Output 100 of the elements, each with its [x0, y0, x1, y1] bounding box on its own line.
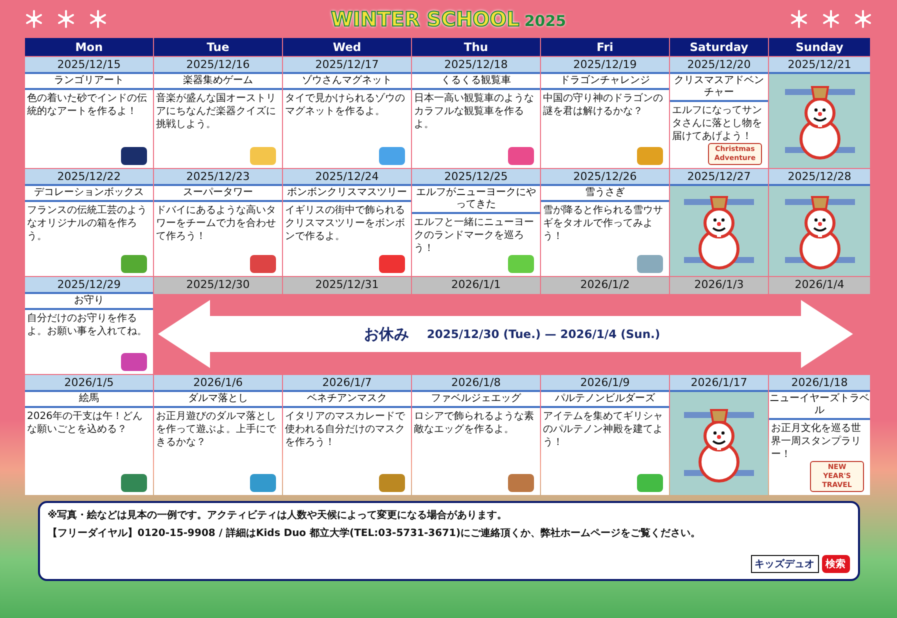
craft-picture — [508, 147, 534, 165]
date-label: 2025/12/16 — [154, 57, 282, 74]
activity-title: ニューイヤーズトラベル — [769, 392, 870, 420]
activity-title: ボンボンクリスマスツリー — [283, 186, 411, 202]
date-label: 2025/12/17 — [283, 57, 411, 74]
weekday-header: Mon — [25, 38, 153, 56]
event-year: 2025 — [524, 12, 566, 30]
weekday-header: Fri — [541, 38, 669, 56]
weekday-header: Thu — [412, 38, 540, 56]
activity-description: ロシアで飾られるような素敵なエッグを作るよ。 — [413, 410, 535, 436]
holiday-period: 2025/12/30 (Tue.) — 2026/1/4 (Sun.) — [426, 327, 660, 341]
activity-title: くるくる観覧車 — [412, 74, 540, 90]
activity-description: 中国の守り神のドラゴンの謎を君は解けるかな？ — [542, 92, 664, 118]
date-label: 2026/1/3 — [670, 277, 768, 294]
search-keyword-field[interactable]: キッズデュオ — [750, 555, 818, 573]
activity-title: ダルマ落とし — [154, 392, 282, 408]
activity-title: エルフがニューヨークにやってきた — [412, 186, 540, 214]
craft-picture — [637, 147, 663, 165]
activity-title: 楽器集めゲーム — [154, 74, 282, 90]
date-label: 2025/12/21 — [769, 57, 870, 74]
activity-title: ファベルジェエッグ — [412, 392, 540, 408]
date-label: 2025/12/18 — [412, 57, 540, 74]
snowflake-icon — [89, 10, 107, 28]
date-label: 2025/12/22 — [25, 169, 153, 186]
craft-picture — [121, 255, 147, 273]
date-label: 2025/12/28 — [769, 169, 870, 186]
snowflake-icon — [790, 10, 808, 28]
date-label: 2025/12/20 — [670, 57, 768, 74]
weekday-header: Tue — [154, 38, 282, 56]
date-label: 2025/12/26 — [541, 169, 669, 186]
activity-description: 日本一高い観覧車のようなカラフルな観覧車を作るよ。 — [413, 92, 535, 131]
craft-picture — [121, 147, 147, 165]
activity-description: エルフと一緒にニューヨークのランドマークを巡ろう！ — [413, 216, 535, 255]
craft-picture — [379, 474, 405, 492]
holiday-label: お休み — [364, 324, 409, 344]
craft-picture — [250, 474, 276, 492]
snowflake-icon — [25, 10, 43, 28]
activity-description: フランスの伝統工芸のようなオリジナルの箱を作ろう。 — [26, 204, 148, 243]
activity-description: ドバイにあるような高いタワーをチームで力を合わせて作ろう！ — [155, 204, 277, 243]
activity-description: エルフになってサンタさんに落とし物を届けてあげよう！ — [671, 104, 763, 143]
activity-title: デコレーションボックス — [25, 186, 153, 202]
snowflake-icon — [57, 10, 75, 28]
activity-title: ベネチアンマスク — [283, 392, 411, 408]
activity-title: パルテノンビルダーズ — [541, 392, 669, 408]
craft-picture — [508, 474, 534, 492]
craft-picture — [637, 474, 663, 492]
activity-description: アイテムを集めてギリシャのパルテノン神殿を建てよう！ — [542, 410, 664, 449]
activity-description: イタリアのマスカレードで使われる自分だけのマスクを作ろう！ — [284, 410, 406, 449]
craft-picture — [250, 255, 276, 273]
craft-picture — [508, 255, 534, 273]
date-label: 2025/12/19 — [541, 57, 669, 74]
date-label: 2026/1/6 — [154, 375, 282, 392]
craft-picture — [637, 255, 663, 273]
activity-description: 2026年の干支は午！どんな願いごとを込める？ — [26, 410, 144, 436]
snowflake-icon — [854, 10, 872, 28]
date-label: 2025/12/27 — [670, 169, 768, 186]
date-label: 2025/12/31 — [283, 277, 411, 294]
craft-picture — [379, 255, 405, 273]
activity-description: 自分だけのお守りを作るよ。お願い事を入れてね。 — [26, 312, 148, 338]
activity-title: 雪うさぎ — [541, 186, 669, 202]
footer-note: 【フリーダイヤル】0120-15-9908 / 詳細はKids Duo 都立大学(TEL:03-5731-3671)にご連絡頂くか、弊社ホームページをご覧ください。 — [48, 527, 702, 541]
footer-note: ※写真・絵などは見本の一例です。アクティビティは人数や天候によって変更になる場合があります。 — [48, 509, 508, 523]
activity-description: 雪が降ると作られる雪ウサギをタオルで作ってみよう！ — [542, 204, 664, 243]
snowflake-icon — [822, 10, 840, 28]
activity-title: お守り — [25, 294, 153, 310]
activity-description: お正月遊びのダルマ落としを作って遊ぶよ。上手にできるかな？ — [155, 410, 277, 449]
date-label: 2026/1/18 — [769, 375, 870, 392]
date-label: 2026/1/1 — [412, 277, 540, 294]
activity-description: 音楽が盛んな国オーストリアにちなんだ楽器クイズに挑戦しよう。 — [155, 92, 277, 131]
activity-description: タイで見かけられるゾウのマグネットを作るよ。 — [284, 92, 406, 118]
date-label: 2025/12/24 — [283, 169, 411, 186]
activity-description: お正月文化を巡る世界一周スタンプラリー！ — [770, 422, 862, 461]
weekday-header: Saturday — [670, 38, 768, 56]
date-label: 2026/1/7 — [283, 375, 411, 392]
activity-title: 絵馬 — [25, 392, 153, 408]
activity-title: ドラゴンチャレンジ — [541, 74, 669, 90]
craft-picture — [121, 474, 147, 492]
date-label: 2026/1/4 — [769, 277, 870, 294]
date-label: 2026/1/5 — [25, 375, 153, 392]
activity-description: イギリスの街中で飾られるクリスマスツリーをボンボンで作るよ。 — [284, 204, 406, 243]
date-label: 2025/12/30 — [154, 277, 282, 294]
activity-title: ゾウさんマグネット — [283, 74, 411, 90]
date-label: 2026/1/8 — [412, 375, 540, 392]
date-label: 2025/12/29 — [25, 277, 153, 294]
weekday-header: Sunday — [769, 38, 870, 56]
date-label: 2025/12/15 — [25, 57, 153, 74]
craft-picture — [250, 147, 276, 165]
date-label: 2026/1/9 — [541, 375, 669, 392]
date-label: 2026/1/17 — [670, 375, 768, 392]
activity-title: スーパータワー — [154, 186, 282, 202]
date-label: 2025/12/25 — [412, 169, 540, 186]
date-label: 2025/12/23 — [154, 169, 282, 186]
activity-description: 色の着いた砂でインドの伝統的なアートを作るよ！ — [26, 92, 148, 118]
craft-picture — [379, 147, 405, 165]
date-label: 2026/1/2 — [541, 277, 669, 294]
weekday-header: Wed — [283, 38, 411, 56]
craft-picture — [121, 353, 147, 371]
activity-title: ランゴリアート — [25, 74, 153, 90]
search-button[interactable]: 検索 — [822, 555, 850, 573]
event-title: WINTER SCHOOL — [330, 7, 520, 31]
